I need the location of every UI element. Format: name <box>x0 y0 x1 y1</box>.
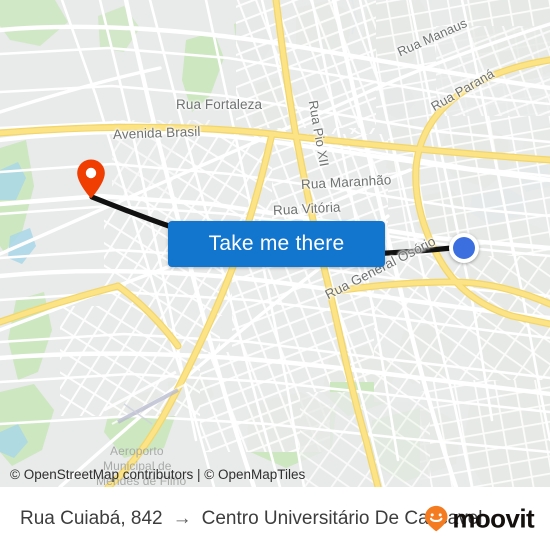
destination-dot[interactable] <box>449 233 479 263</box>
destination-dot-core <box>453 237 475 259</box>
map-canvas[interactable]: Rua Manaus Rua Paraná Rua Fortaleza Rua Pio… <box>0 0 550 487</box>
moovit-logo[interactable]: moovit <box>423 503 535 534</box>
moovit-pin-icon <box>425 505 448 532</box>
moovit-wordmark: moovit <box>452 503 534 533</box>
arrow-right-icon: → <box>172 507 192 529</box>
map-attribution[interactable]: © OpenStreetMap contributors | © OpenMap… <box>10 467 305 482</box>
take-me-there-button[interactable]: Take me there <box>168 221 385 267</box>
map-pin-icon <box>77 159 105 199</box>
route-footer: Rua Cuiabá, 842 → Centro Universitário D… <box>0 487 550 550</box>
origin-pin[interactable] <box>76 158 106 200</box>
footer-origin-label: Rua Cuiabá, 842 <box>20 507 163 529</box>
route-summary: Rua Cuiabá, 842 → Centro Universitário D… <box>20 508 483 530</box>
moovit-route-card: Rua Manaus Rua Paraná Rua Fortaleza Rua Pio… <box>0 0 550 550</box>
